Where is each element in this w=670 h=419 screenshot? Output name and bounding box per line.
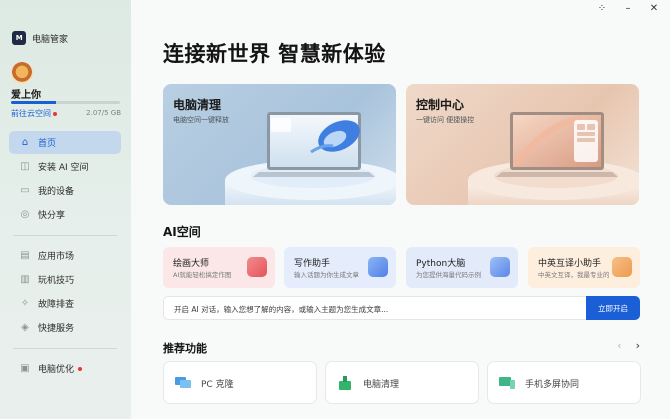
recommend-pager: ‹ › [617,339,640,352]
sidebar-item-share[interactable]: ◎ 快分享 [9,203,121,226]
sidebar-item-app-market[interactable]: ▤ 应用市场 [9,244,121,267]
cloud-space-link[interactable]: 前往云空间 [11,108,57,119]
sidebar-item-optimize[interactable]: ▣ 电脑优化 [9,357,121,380]
home-icon: ⌂ [21,137,29,148]
sidebar-item-label: 玩机技巧 [38,276,75,286]
translate-icon [612,257,632,277]
paint-icon [247,257,267,277]
optimize-icon: ▣ [20,363,30,374]
username[interactable]: 爱上你 [11,86,41,101]
sidebar-item-label: 首页 [38,139,57,149]
sidebar-item-label: 故障排查 [38,300,75,310]
app-name: 电脑管家 [32,34,69,45]
python-icon [490,257,510,277]
ai-space-icon: ◫ [20,161,30,172]
minimize-icon[interactable]: – [622,3,634,14]
app-header: M 电脑管家 [12,31,68,45]
recommend-card-cleanup[interactable]: 电脑清理 [325,361,479,404]
ai-card-python[interactable]: Python大脑 为您提供海量代码示例 [406,247,518,288]
ai-prompt-placeholder: 开启 AI 对话，输入您想了解的内容，或输入主题为您生成文章... [174,305,389,314]
ai-card-title: 写作助手 [294,259,331,269]
cleanup-icon [339,376,351,390]
troubleshoot-icon: ✧ [20,298,30,309]
app-market-icon: ▤ [20,250,30,261]
storage-text: 2.07/5 GB [86,109,121,117]
tips-icon: ▥ [20,274,30,285]
sidebar-item-label: 我的设备 [38,187,75,197]
notification-dot [53,111,57,116]
recommend-card-pc-clone[interactable]: PC 克隆 [163,361,317,404]
sidebar-item-devices[interactable]: ▭ 我的设备 [9,179,121,202]
sidebar-item-label: 安装 AI 空间 [38,163,89,173]
ai-card-translate[interactable]: 中英互译小助手 中英文互译，我最专业的 [528,247,640,288]
sidebar-item-service[interactable]: ◈ 快捷服务 [9,316,121,339]
sidebar: M 电脑管家 爱上你 前往云空间 2.07/5 GB ⌂ 首页 ◫ 安装 AI … [0,0,131,419]
recommend-card-multiscreen[interactable]: 手机多屏协同 [487,361,641,404]
sidebar-divider [13,348,117,349]
ai-card-writing[interactable]: 写作助手 输入话题为你生成文章 [284,247,396,288]
sidebar-item-troubleshoot[interactable]: ✧ 故障排查 [9,292,121,315]
recommend-card-label: PC 克隆 [201,380,234,390]
hero-card-control-center[interactable]: 控制中心 一键访问 便捷操控 [406,84,639,205]
sidebar-item-home[interactable]: ⌂ 首页 [9,131,121,154]
sidebar-item-label: 应用市场 [38,252,75,262]
page-title: 连接新世界 智慧新体验 [163,42,386,66]
service-icon: ◈ [21,322,29,333]
app-logo-icon: M [12,31,26,45]
writing-icon [368,257,388,277]
ai-card-desc: 输入话题为你生成文章 [294,271,359,279]
pc-clone-icon [175,377,191,388]
ai-section-title: AI空间 [163,225,201,239]
ai-card-title: 绘画大师 [173,259,210,269]
ai-card-desc: 为您提供海量代码示例 [416,271,481,279]
sidebar-item-label: 快分享 [38,211,66,221]
sidebar-item-label: 快捷服务 [38,324,75,334]
chevron-left-icon[interactable]: ‹ [617,339,621,352]
ai-card-paint[interactable]: 绘画大师 AI就能轻松搞定作图 [163,247,275,288]
avatar[interactable] [11,62,33,84]
ai-prompt-input[interactable]: 开启 AI 对话，输入您想了解的内容，或输入主题为您生成文章... 立即开启 [163,296,640,320]
recommend-card-label: 电脑清理 [363,380,400,390]
laptop-cleanup-illustration [225,112,396,205]
recommend-section-title: 推荐功能 [163,342,207,355]
scan-icon[interactable]: ⁘ [596,3,608,14]
share-icon: ◎ [20,209,30,220]
window-controls: ⁘ – ✕ [596,3,660,14]
storage-fill [11,101,57,104]
ai-card-title: Python大脑 [416,259,466,269]
sidebar-divider [13,235,117,236]
sidebar-item-ai-space[interactable]: ◫ 安装 AI 空间 [9,155,121,178]
multiscreen-icon [499,377,515,389]
ai-card-desc: AI就能轻松搞定作图 [173,271,232,279]
recommend-card-label: 手机多屏协同 [525,380,580,390]
storage-bar [11,101,120,104]
sidebar-nav: ⌂ 首页 ◫ 安装 AI 空间 ▭ 我的设备 ◎ 快分享 ▤ 应用市场 ▥ 玩机… [9,131,121,381]
notification-dot [78,366,83,371]
hero-card-cleanup[interactable]: 电脑清理 电脑空间一键释放 [163,84,396,205]
chevron-right-icon[interactable]: › [636,339,640,352]
cloud-space-link-label[interactable]: 前往云空间 [11,109,51,118]
sidebar-item-tips[interactable]: ▥ 玩机技巧 [9,268,121,291]
ai-card-desc: 中英文互译，我最专业的 [538,271,610,279]
start-ai-button[interactable]: 立即开启 [586,296,640,320]
close-icon[interactable]: ✕ [648,3,660,14]
devices-icon: ▭ [20,185,30,196]
ai-card-title: 中英互译小助手 [538,259,602,269]
main-content: ⁘ – ✕ 连接新世界 智慧新体验 电脑清理 电脑空间一键释放 控制中心 一键访… [131,0,670,419]
laptop-control-illustration [468,112,639,205]
sidebar-item-label: 电脑优化 [38,365,75,375]
